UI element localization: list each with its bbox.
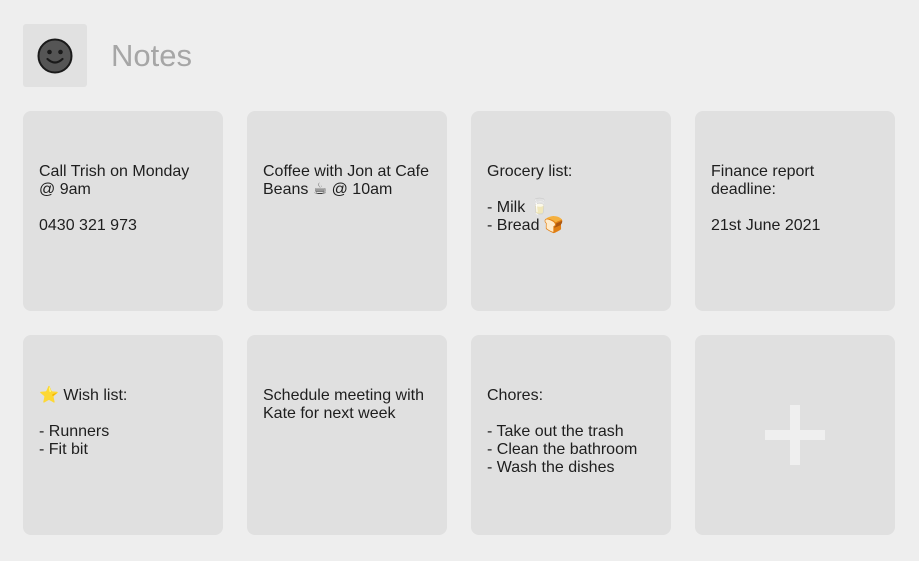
note-text: Finance report deadline: 21st June 2021	[711, 163, 821, 234]
notes-grid: Call Trish on Monday @ 9am 0430 321 973 …	[23, 111, 895, 535]
smiley-face-icon	[37, 38, 73, 73]
note-text: Schedule meeting with Kate for next week	[263, 387, 429, 422]
add-note-button[interactable]	[695, 335, 895, 535]
note-card[interactable]: ⭐ Wish list: - Runners - Fit bit	[23, 335, 223, 535]
note-text: Grocery list: - Milk 🥛 - Bread 🍞	[487, 163, 573, 234]
note-card[interactable]: Schedule meeting with Kate for next week	[247, 335, 447, 535]
app-header: Notes	[23, 24, 192, 87]
note-text: Chores: - Take out the trash - Clean the…	[487, 387, 638, 476]
note-card[interactable]: Call Trish on Monday @ 9am 0430 321 973	[23, 111, 223, 311]
note-card[interactable]: Chores: - Take out the trash - Clean the…	[471, 335, 671, 535]
note-card[interactable]: Grocery list: - Milk 🥛 - Bread 🍞	[471, 111, 671, 311]
page-title: Notes	[111, 37, 192, 73]
plus-icon	[765, 405, 825, 465]
note-text: ⭐ Wish list: - Runners - Fit bit	[39, 387, 128, 458]
logo	[23, 24, 87, 87]
note-text: Coffee with Jon at Cafe Beans ☕ @ 10am	[263, 163, 434, 198]
note-card[interactable]: Coffee with Jon at Cafe Beans ☕ @ 10am	[247, 111, 447, 311]
note-text: Call Trish on Monday @ 9am 0430 321 973	[39, 163, 190, 234]
note-card[interactable]: Finance report deadline: 21st June 2021	[695, 111, 895, 311]
